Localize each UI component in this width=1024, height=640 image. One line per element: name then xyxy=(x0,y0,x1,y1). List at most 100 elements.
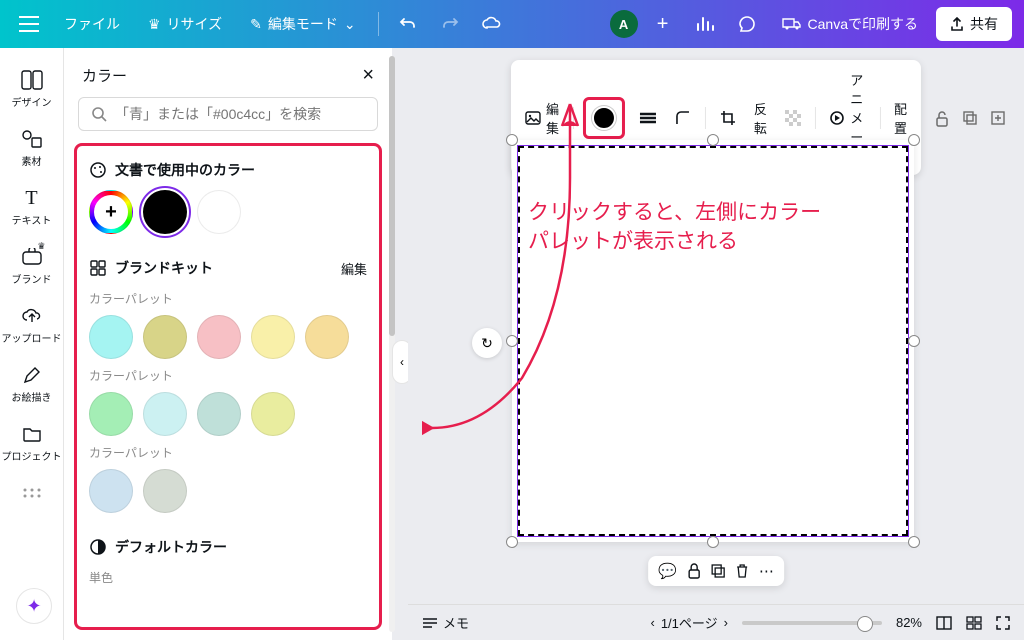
resize-handle[interactable] xyxy=(707,536,719,548)
comment-button[interactable] xyxy=(730,7,764,41)
resize-handle[interactable] xyxy=(908,536,920,548)
close-panel-button[interactable]: × xyxy=(362,64,374,87)
lock-button[interactable] xyxy=(934,110,950,128)
edit-image-button[interactable]: 編集 xyxy=(521,95,563,141)
next-page-button[interactable]: › xyxy=(724,615,728,630)
rail-upload[interactable]: アップロード xyxy=(2,296,62,353)
text-icon: T xyxy=(20,186,44,210)
cloud-upload-icon xyxy=(20,304,44,328)
resize-handle[interactable] xyxy=(908,335,920,347)
color-search[interactable] xyxy=(78,97,378,131)
default-icon xyxy=(89,538,107,556)
menu-button[interactable] xyxy=(12,7,46,41)
upload-icon xyxy=(950,17,964,31)
search-input[interactable] xyxy=(115,106,365,122)
panel-title: カラー xyxy=(82,65,127,86)
palette-icon xyxy=(89,161,107,179)
crown-icon: ♛ xyxy=(148,16,161,33)
color-swatch[interactable] xyxy=(143,392,187,436)
annotation-text: クリックすると、左側にカラー パレットが表示される xyxy=(528,198,821,257)
resize-handle[interactable] xyxy=(506,134,518,146)
add-page-button[interactable] xyxy=(990,110,1006,128)
resize-handle[interactable] xyxy=(707,134,719,146)
fullscreen-button[interactable] xyxy=(996,616,1010,630)
resize-menu[interactable]: ♛ リサイズ xyxy=(138,7,232,41)
section-default-colors: デフォルトカラー xyxy=(115,537,227,557)
color-swatch[interactable] xyxy=(89,315,133,359)
truck-icon xyxy=(782,17,802,31)
more-icon[interactable]: ⋯ xyxy=(759,562,774,580)
brand-kit-icon xyxy=(89,259,107,277)
resize-handle[interactable] xyxy=(506,536,518,548)
print-button[interactable]: Canvaで印刷する xyxy=(772,7,928,41)
floating-toolbar: 💬 ⋯ xyxy=(648,556,784,586)
sparkle-icon: ✦ xyxy=(26,596,41,617)
notes-button[interactable]: メモ xyxy=(422,613,469,632)
view-grid-button[interactable] xyxy=(936,616,952,630)
folder-icon xyxy=(20,422,44,446)
rail-apps[interactable] xyxy=(2,473,62,513)
brand-icon: ♛ xyxy=(20,245,44,269)
animate-icon xyxy=(829,110,845,126)
sync-button[interactable]: ↻ xyxy=(472,328,502,358)
view-thumbs-button[interactable] xyxy=(966,616,982,630)
rail-project[interactable]: プロジェクト xyxy=(2,414,62,471)
resize-handle[interactable] xyxy=(908,134,920,146)
edit-brand-button[interactable]: 編集 xyxy=(341,259,367,278)
shapes-icon xyxy=(20,127,44,151)
analytics-button[interactable] xyxy=(688,7,722,41)
edit-mode-menu[interactable]: ✎ 編集モード ⌄ xyxy=(240,7,365,41)
add-color-button[interactable]: + xyxy=(89,190,133,234)
palette-label: カラーパレット xyxy=(85,365,371,392)
solid-label: 単色 xyxy=(85,567,371,594)
border-style-button[interactable] xyxy=(635,108,661,128)
color-swatch[interactable] xyxy=(143,315,187,359)
color-swatch[interactable] xyxy=(251,392,295,436)
template-icon xyxy=(20,68,44,92)
color-swatch[interactable] xyxy=(143,190,187,234)
prev-page-button[interactable]: ‹ xyxy=(650,615,654,630)
pencil-icon: ✎ xyxy=(250,16,262,33)
duplicate-icon[interactable] xyxy=(711,564,725,578)
cloud-sync-icon[interactable] xyxy=(475,7,509,41)
fill-color-button[interactable] xyxy=(588,102,620,134)
grid-icon xyxy=(20,481,44,505)
share-button[interactable]: 共有 xyxy=(936,7,1012,41)
rail-design[interactable]: デザイン xyxy=(2,60,62,117)
color-swatch[interactable] xyxy=(305,315,349,359)
chevron-down-icon: ⌄ xyxy=(344,16,356,33)
color-swatch[interactable] xyxy=(251,315,295,359)
flip-button[interactable]: 反転 xyxy=(750,95,771,141)
rail-elements[interactable]: 素材 xyxy=(2,119,62,176)
color-swatch[interactable] xyxy=(89,469,133,513)
color-swatch[interactable] xyxy=(197,315,241,359)
duplicate-page-button[interactable] xyxy=(962,110,978,128)
corner-button[interactable] xyxy=(671,106,695,130)
color-swatch[interactable] xyxy=(143,469,187,513)
position-button[interactable]: 配置 xyxy=(890,95,911,141)
fill-circle-icon xyxy=(592,106,616,130)
crop-button[interactable] xyxy=(716,106,740,130)
zoom-value: 82% xyxy=(896,615,922,630)
rail-draw[interactable]: お絵描き xyxy=(2,355,62,412)
color-swatch[interactable] xyxy=(197,392,241,436)
avatar[interactable]: A xyxy=(610,10,638,38)
lock-icon[interactable] xyxy=(687,563,701,579)
magic-button[interactable]: ✦ xyxy=(16,588,52,624)
page-indicator: 1/1ページ xyxy=(661,613,718,632)
color-swatch[interactable] xyxy=(197,190,241,234)
trash-icon[interactable] xyxy=(735,563,749,579)
rail-text[interactable]: T テキスト xyxy=(2,178,62,235)
section-doc-colors: 文書で使用中のカラー xyxy=(115,160,255,180)
zoom-slider[interactable] xyxy=(742,621,882,625)
resize-handle[interactable] xyxy=(506,335,518,347)
color-swatch[interactable] xyxy=(89,392,133,436)
comment-icon[interactable]: 💬 xyxy=(658,562,677,580)
file-menu[interactable]: ファイル xyxy=(54,7,130,41)
redo-button[interactable] xyxy=(433,7,467,41)
add-member-button[interactable]: + xyxy=(646,7,680,41)
image-icon xyxy=(525,111,541,125)
undo-button[interactable] xyxy=(391,7,425,41)
transparency-button[interactable] xyxy=(781,106,805,130)
rail-brand[interactable]: ♛ ブランド xyxy=(2,237,62,294)
